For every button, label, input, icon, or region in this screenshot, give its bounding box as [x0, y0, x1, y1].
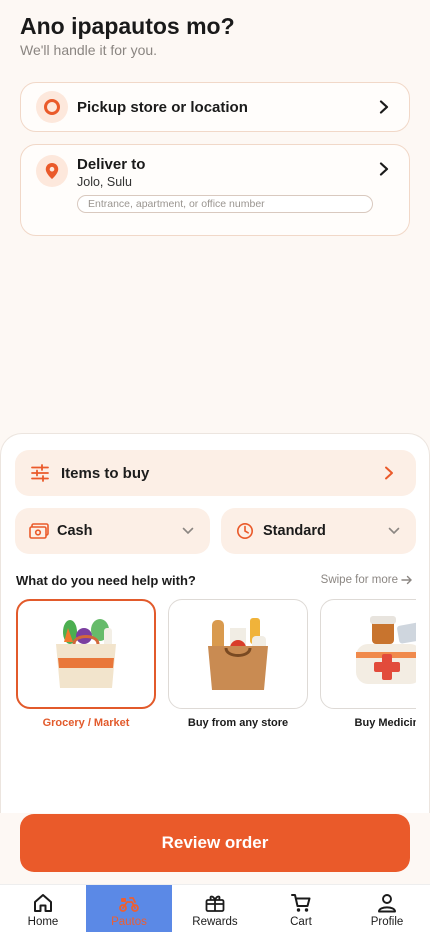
swipe-hint-label: Swipe for more — [320, 574, 398, 586]
help-heading: What do you need help with? — [16, 573, 196, 588]
sliders-icon — [31, 464, 49, 482]
nav-item-cart[interactable]: Cart — [258, 885, 344, 932]
medicine-kit-icon — [320, 599, 416, 709]
nav-item-home[interactable]: Home — [0, 885, 86, 932]
gift-icon — [205, 895, 225, 912]
swipe-hint: Swipe for more — [321, 574, 413, 586]
nav-item-rewards[interactable]: Rewards — [172, 885, 258, 932]
arrow-right-icon — [401, 575, 412, 585]
page-subtitle: We'll handle it for you. — [20, 42, 158, 58]
review-order-button[interactable]: Review order — [20, 814, 410, 872]
items-to-buy-label: Items to buy — [61, 465, 150, 482]
order-sheet: Items to buy Cash Standard What do you n… — [0, 433, 430, 813]
nav-label: Profile — [370, 916, 404, 928]
nav-label: Home — [27, 916, 59, 928]
address-detail-input[interactable] — [77, 195, 373, 213]
cart-icon — [291, 894, 311, 912]
category-label: Buy from any store — [187, 717, 289, 729]
category-label: Buy Medicine — [354, 717, 416, 729]
header: Ano ipapautos mo? We'll handle it for yo… — [20, 12, 410, 58]
category-carousel[interactable]: Grocery / Market Buy from any store Buy … — [16, 599, 416, 739]
payment-method-label: Cash — [57, 523, 93, 539]
grocery-bag-icon — [16, 599, 156, 709]
payment-method-select[interactable]: Cash — [15, 508, 210, 554]
cash-icon — [29, 523, 49, 539]
category-any-store[interactable]: Buy from any store — [168, 599, 308, 729]
category-grocery[interactable]: Grocery / Market — [16, 599, 156, 729]
location-pin-icon — [36, 155, 68, 187]
scooter-icon — [119, 897, 139, 912]
chevron-right-icon — [379, 100, 389, 114]
page-title: Ano ipapautos mo? — [20, 13, 235, 39]
pickup-card[interactable]: Pickup store or location — [20, 82, 410, 132]
nav-item-pautos[interactable]: Pautos — [86, 885, 172, 932]
nav-label: Pautos — [111, 916, 147, 928]
items-to-buy-row[interactable]: Items to buy — [15, 450, 416, 496]
deliver-label: Deliver to — [77, 156, 146, 173]
chevron-right-icon[interactable] — [377, 162, 391, 176]
deliver-location: Jolo, Sulu — [77, 175, 132, 189]
delivery-speed-select[interactable]: Standard — [221, 508, 416, 554]
chevron-down-icon — [388, 527, 400, 535]
delivery-speed-label: Standard — [263, 523, 326, 539]
deliver-card[interactable]: Deliver to Jolo, Sulu — [20, 144, 410, 236]
home-icon — [34, 894, 52, 912]
pickup-label: Pickup store or location — [77, 99, 248, 116]
category-medicine[interactable]: Buy Medicine — [320, 599, 416, 729]
category-label: Grocery / Market — [42, 717, 130, 729]
nav-item-profile[interactable]: Profile — [344, 885, 430, 932]
nav-label: Cart — [290, 916, 312, 928]
nav-label: Rewards — [192, 916, 238, 928]
chevron-right-icon — [385, 466, 393, 480]
shopping-bag-icon — [168, 599, 308, 709]
bottom-nav: Home Pautos Rewards Cart Profile — [0, 884, 430, 932]
chevron-down-icon — [182, 527, 194, 535]
clock-icon — [236, 522, 254, 540]
person-icon — [378, 894, 396, 913]
pickup-icon — [36, 91, 68, 123]
